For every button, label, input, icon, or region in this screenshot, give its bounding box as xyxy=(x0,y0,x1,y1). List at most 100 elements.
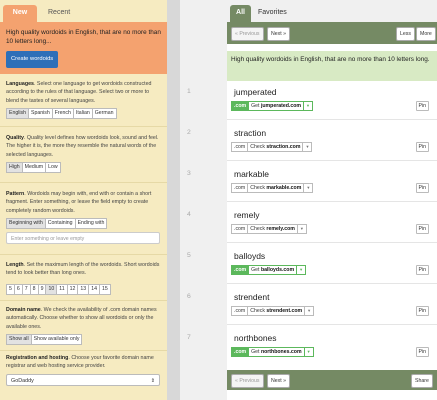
less-button[interactable]: Less xyxy=(396,27,415,41)
previous-button[interactable]: « Previous xyxy=(231,27,264,41)
result-row: 1 jumperated .com Get jumperated.com ▼ Pin xyxy=(184,87,437,128)
pin-button[interactable]: Pin xyxy=(415,306,429,316)
intro-text: High quality wordoids in English, that a… xyxy=(6,29,161,45)
row-divider xyxy=(227,201,437,202)
domain-filter-option[interactable]: Show all xyxy=(6,333,32,345)
domain-action-label: Get xyxy=(251,349,260,355)
domain-widget: .com Check remely.com ▼ xyxy=(231,224,307,234)
domain-action-button[interactable]: Check strendent.com xyxy=(248,306,306,316)
quality-option[interactable]: High xyxy=(6,161,23,173)
domain-widget: .com Check strendent.com ▼ xyxy=(231,306,315,316)
result-word[interactable]: remely xyxy=(234,210,260,220)
language-option[interactable]: German xyxy=(91,107,117,119)
registrar-value: GoDaddy xyxy=(11,377,34,384)
chevron-down-icon[interactable]: ▼ xyxy=(297,224,307,234)
domain-name: straction.com xyxy=(266,144,301,150)
result-number: 3 xyxy=(187,170,191,177)
result-number: 2 xyxy=(187,129,191,136)
chevron-down-icon[interactable]: ▼ xyxy=(303,142,313,152)
pattern-option[interactable]: Containing xyxy=(44,217,76,229)
row-divider xyxy=(227,324,437,325)
row-divider xyxy=(227,283,437,284)
pattern-option[interactable]: Ending with xyxy=(74,217,108,229)
select-arrows-icon: ⇕ xyxy=(150,377,155,384)
pin-button[interactable]: Pin xyxy=(415,347,429,357)
chevron-down-icon[interactable]: ▼ xyxy=(304,101,313,111)
domain-widget: .com Get balloyds.com ▼ xyxy=(231,265,307,275)
result-row: 4 remely .com Check remely.com ▼ Pin xyxy=(184,210,437,251)
result-word[interactable]: strendent xyxy=(234,292,269,302)
result-word[interactable]: balloyds xyxy=(234,251,265,261)
domain-action-button[interactable]: Check remely.com xyxy=(248,224,298,234)
tab-all[interactable]: All xyxy=(230,5,251,22)
pin-button[interactable]: Pin xyxy=(415,224,429,234)
next-button[interactable]: Next » xyxy=(267,374,290,388)
next-button[interactable]: Next » xyxy=(267,27,290,41)
tld-badge: .com xyxy=(231,183,249,193)
quality-section: Quality. Quality level defines how wordo… xyxy=(0,134,167,173)
result-number: 5 xyxy=(187,252,191,259)
domain-action-button[interactable]: Check straction.com xyxy=(248,142,304,152)
pin-button[interactable]: Pin xyxy=(415,142,429,152)
chevron-down-icon[interactable]: ▼ xyxy=(304,183,314,193)
pin-button[interactable]: Pin xyxy=(415,183,429,193)
registrar-select[interactable]: GoDaddy ⇕ xyxy=(6,373,160,386)
tab-recent[interactable]: Recent xyxy=(40,5,78,22)
domain-filter-option[interactable]: Show available only xyxy=(30,333,83,345)
pin-button[interactable]: Pin xyxy=(415,101,429,111)
chevron-down-icon[interactable]: ▼ xyxy=(304,347,314,357)
left-tabs: New Recent xyxy=(0,0,167,22)
domain-name: strendent.com xyxy=(266,308,303,314)
results-panel: All Favorites « Previous Next » Less Mor… xyxy=(180,0,437,400)
more-button[interactable]: More xyxy=(416,27,436,41)
length-desc: . Set the maximum length of the wordoids… xyxy=(6,262,160,277)
result-word[interactable]: jumperated xyxy=(234,87,277,97)
domain-action-button[interactable]: Get balloyds.com xyxy=(249,265,298,275)
result-word[interactable]: northbones xyxy=(234,333,277,343)
domain-action-button[interactable]: Get jumperated.com xyxy=(249,101,305,111)
chevron-down-icon[interactable]: ▼ xyxy=(305,306,315,316)
domain-widget: .com Get northbones.com ▼ xyxy=(231,347,314,357)
language-option[interactable]: Spanish xyxy=(28,107,53,119)
tab-favorites[interactable]: Favorites xyxy=(258,5,287,16)
divider xyxy=(0,182,167,183)
tab-new[interactable]: New xyxy=(3,5,37,22)
length-option[interactable]: 15 xyxy=(98,283,111,295)
result-number: 6 xyxy=(187,293,191,300)
divider xyxy=(0,126,167,127)
pattern-input[interactable]: Enter something or leave empty xyxy=(6,231,160,244)
result-row: 5 balloyds .com Get balloyds.com ▼ Pin xyxy=(184,251,437,292)
quality-option[interactable]: Medium xyxy=(21,161,47,173)
domain-button-group: Show all Show available only xyxy=(6,333,161,345)
language-option[interactable]: French xyxy=(51,107,74,119)
pin-button[interactable]: Pin xyxy=(415,265,429,275)
result-word[interactable]: markable xyxy=(234,169,269,179)
tld-badge: .com xyxy=(231,347,250,357)
pattern-button-group: Beginning with Containing Ending with xyxy=(6,217,161,229)
languages-section: Languages. Select one language to get wo… xyxy=(0,80,167,119)
create-wordoids-button[interactable]: Create wordoids xyxy=(6,51,59,68)
quality-option[interactable]: Low xyxy=(45,161,61,173)
pattern-option[interactable]: Beginning with xyxy=(6,217,46,229)
domain-action-button[interactable]: Get northbones.com xyxy=(249,347,305,357)
intro-box: High quality wordoids in English, that a… xyxy=(0,22,167,74)
result-row: 7 northbones .com Get northbones.com ▼ Pin xyxy=(184,333,437,374)
share-button[interactable]: Share xyxy=(411,374,433,388)
language-option[interactable]: Italian xyxy=(72,107,93,119)
quality-button-group: High Medium Low xyxy=(6,161,161,173)
domain-action-label: Check xyxy=(250,144,265,150)
chevron-down-icon[interactable]: ▼ xyxy=(297,265,307,275)
length-button-group: 5 6 7 8 9 10 11 12 13 14 15 xyxy=(6,283,161,295)
domain-action-label: Get xyxy=(251,103,260,109)
result-row: 3 markable .com Check markable.com ▼ Pin xyxy=(184,169,437,210)
result-number: 4 xyxy=(187,211,191,218)
quality-desc: . Quality level defines how wordoids loo… xyxy=(6,135,159,158)
languages-title: Languages xyxy=(6,81,34,87)
divider xyxy=(0,300,167,301)
domain-action-button[interactable]: Check markable.com xyxy=(248,183,305,193)
previous-button[interactable]: « Previous xyxy=(231,374,264,388)
domain-name: balloyds.com xyxy=(260,267,295,273)
result-word[interactable]: straction xyxy=(234,128,266,138)
tld-badge: .com xyxy=(231,265,250,275)
language-option[interactable]: English xyxy=(6,107,30,119)
